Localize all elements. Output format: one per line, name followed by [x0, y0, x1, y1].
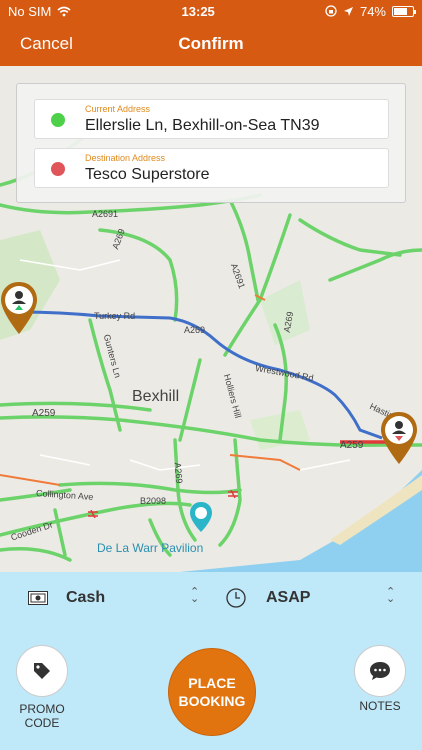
- poi-pin-icon: [190, 502, 212, 532]
- poi-label: De La Warr Pavilion: [97, 541, 204, 555]
- road-label-b2098: B2098: [140, 496, 167, 506]
- promo-line2: CODE: [24, 716, 60, 730]
- rail-station-icon: [228, 490, 238, 498]
- destination-address-caption: Destination Address: [85, 153, 166, 163]
- place-line2: BOOKING: [178, 693, 246, 709]
- options-row: Cash ⌃ ⌄ ASAP ⌃ ⌄: [0, 572, 422, 624]
- payment-selector[interactable]: Cash ⌃ ⌄: [28, 572, 208, 624]
- current-address-field[interactable]: Current Address Ellerslie Ln, Bexhill-on…: [34, 99, 389, 139]
- tag-icon: [34, 663, 50, 679]
- road-label-a259-east: A259: [340, 440, 364, 451]
- payment-chevron-icon: ⌃ ⌄: [190, 586, 200, 605]
- clock-icon: [226, 588, 246, 608]
- location-arrow-icon: [343, 6, 353, 16]
- notes-caption: NOTES: [359, 699, 401, 713]
- wifi-icon: [57, 6, 71, 16]
- road-label-a269-mid: A269: [184, 325, 206, 335]
- battery-icon: [392, 5, 416, 17]
- pickup-marker-icon[interactable]: [0, 282, 38, 334]
- town-label: Bexhill: [132, 388, 180, 405]
- time-selector[interactable]: ASAP ⌃ ⌄: [226, 572, 406, 624]
- promo-code-caption: PROMO CODE: [2, 702, 82, 730]
- road-label-a259-west: A259: [32, 408, 56, 419]
- carrier-label: No SIM: [8, 3, 52, 19]
- current-address-caption: Current Address: [85, 104, 151, 114]
- promo-line1: PROMO: [19, 702, 65, 716]
- battery-percent: 74%: [359, 3, 386, 19]
- chat-bubble-icon: [370, 662, 390, 680]
- cancel-button[interactable]: Cancel: [20, 34, 73, 54]
- cash-icon: [28, 591, 48, 605]
- destination-address-field[interactable]: Destination Address Tesco Superstore: [34, 148, 389, 188]
- time-label: ASAP: [266, 589, 311, 606]
- time-chevron-icon: ⌃ ⌄: [386, 586, 396, 605]
- status-bar: No SIM 13:25 74%: [0, 0, 422, 22]
- status-left: No SIM: [8, 4, 71, 19]
- battery-fill: [394, 7, 408, 15]
- rail-station-icon: [88, 510, 98, 518]
- status-right: 74%: [325, 3, 416, 19]
- current-address-value: Ellerslie Ln, Bexhill-on-Sea TN39: [85, 117, 320, 134]
- payment-label: Cash: [66, 589, 106, 606]
- rotation-lock-icon: [325, 5, 337, 17]
- destination-address-value: Tesco Superstore: [85, 166, 210, 183]
- header: No SIM 13:25 74% Cancel Confirm: [0, 0, 422, 66]
- booking-panel: Cash ⌃ ⌄ ASAP ⌃ ⌄ PROMO CODE PLACE BOOKING: [0, 572, 422, 750]
- destination-address-dot: [51, 162, 65, 176]
- dropoff-marker-icon[interactable]: [380, 412, 418, 464]
- place-line1: PLACE: [188, 675, 236, 691]
- road-label-turkey-rd: Turkey Rd: [94, 311, 136, 321]
- nav-bar: Cancel Confirm: [0, 22, 422, 66]
- current-address-dot: [51, 113, 65, 127]
- status-time: 13:25: [181, 3, 215, 19]
- notes-button[interactable]: [354, 645, 406, 697]
- address-card: Current Address Ellerslie Ln, Bexhill-on…: [16, 83, 406, 203]
- promo-code-button[interactable]: [16, 645, 68, 697]
- place-booking-button[interactable]: PLACE BOOKING: [168, 648, 256, 736]
- road-label-a269-south: A269: [172, 462, 185, 484]
- road-label-a2691: A2691: [92, 209, 119, 219]
